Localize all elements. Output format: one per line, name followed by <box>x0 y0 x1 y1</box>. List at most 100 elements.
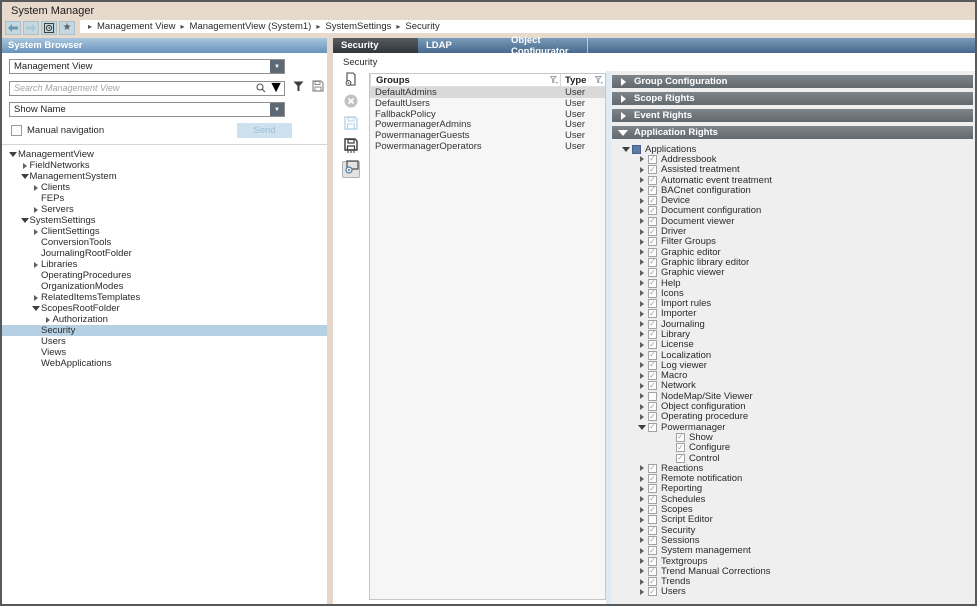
expand-arrow-icon[interactable] <box>635 156 648 162</box>
app-right-reactions[interactable]: ✓Reactions <box>612 463 973 473</box>
app-right-powermanager-show[interactable]: ✓Show <box>612 432 973 442</box>
app-right-macro[interactable]: ✓Macro <box>612 371 973 381</box>
app-right-document-configuration[interactable]: ✓Document configuration <box>612 206 973 216</box>
collapse-arrow-icon[interactable] <box>20 174 30 179</box>
expand-arrow-icon[interactable] <box>635 537 648 543</box>
checkbox-checked[interactable]: ✓ <box>648 258 657 267</box>
tree-node-views[interactable]: Views <box>2 347 327 358</box>
manual-navigation-checkbox[interactable] <box>11 125 22 136</box>
expand-arrow-icon[interactable] <box>635 579 648 585</box>
breadcrumb-item[interactable]: SystemSettings <box>325 21 391 32</box>
favorites-button[interactable]: ★ <box>59 21 75 35</box>
expand-arrow-icon[interactable] <box>635 342 648 348</box>
checkbox-checked[interactable]: ✓ <box>648 546 657 555</box>
tab-object-configurator[interactable]: Object Configurator <box>503 38 588 53</box>
checkbox-checked[interactable]: ✓ <box>648 340 657 349</box>
checkbox-checked[interactable]: ✓ <box>648 557 657 566</box>
app-right-remote-notification[interactable]: ✓Remote notification <box>612 474 973 484</box>
app-right-graphic-editor[interactable]: ✓Graphic editor <box>612 247 973 257</box>
expand-arrow-icon[interactable] <box>31 207 41 213</box>
checkbox-checked[interactable]: ✓ <box>648 536 657 545</box>
expand-arrow-icon[interactable] <box>635 517 648 523</box>
checkbox-checked[interactable]: ✓ <box>648 217 657 226</box>
app-right-security[interactable]: ✓Security <box>612 525 973 535</box>
expander-event-rights[interactable]: Event Rights <box>612 109 973 122</box>
expand-arrow-icon[interactable] <box>635 259 648 265</box>
app-right-graphic-library-editor[interactable]: ✓Graphic library editor <box>612 257 973 267</box>
app-right-sessions[interactable]: ✓Sessions <box>612 535 973 545</box>
tree-node-security[interactable]: Security <box>2 325 327 336</box>
app-right-schedules[interactable]: ✓Schedules <box>612 494 973 504</box>
app-right-textgroups[interactable]: ✓Textgroups <box>612 556 973 566</box>
expand-arrow-icon[interactable] <box>635 270 648 276</box>
app-right-applications-root[interactable]: Applications <box>612 144 973 154</box>
expand-arrow-icon[interactable] <box>635 589 648 595</box>
checkbox-checked[interactable]: ✓ <box>648 268 657 277</box>
groups-column-header[interactable]: Groups <box>370 74 560 86</box>
expand-arrow-icon[interactable] <box>635 383 648 389</box>
expand-arrow-icon[interactable] <box>43 317 53 323</box>
expand-arrow-icon[interactable] <box>635 465 648 471</box>
checkbox-checked[interactable]: ✓ <box>648 577 657 586</box>
app-right-reporting[interactable]: ✓Reporting <box>612 484 973 494</box>
checkbox-checked[interactable]: ✓ <box>648 587 657 596</box>
app-right-localization[interactable]: ✓Localization <box>612 350 973 360</box>
display-mode-selector[interactable]: Show Name ▼ <box>9 102 285 117</box>
expand-arrow-icon[interactable] <box>635 321 648 327</box>
expand-arrow-icon[interactable] <box>31 262 41 268</box>
expand-arrow-icon[interactable] <box>635 568 648 574</box>
app-right-importer[interactable]: ✓Importer <box>612 309 973 319</box>
app-right-import-rules[interactable]: ✓Import rules <box>612 298 973 308</box>
expander-application-rights[interactable]: Application Rights <box>612 126 973 139</box>
history-button[interactable] <box>41 21 57 35</box>
type-column-header[interactable]: Type <box>560 74 605 86</box>
expand-arrow-icon[interactable] <box>635 301 648 307</box>
tree-node-journalingrootfolder[interactable]: JournalingRootFolder <box>2 248 327 259</box>
checkbox-checked[interactable]: ✓ <box>648 567 657 576</box>
checkbox-indeterminate[interactable] <box>632 145 641 154</box>
breadcrumb-item[interactable]: Security <box>405 21 439 32</box>
expand-arrow-icon[interactable] <box>635 414 648 420</box>
checkbox-checked[interactable]: ✓ <box>648 289 657 298</box>
tree-node-operatingprocedures[interactable]: OperatingProcedures <box>2 270 327 281</box>
checkbox-checked[interactable]: ✓ <box>648 176 657 185</box>
checkbox-checked[interactable]: ✓ <box>676 443 685 452</box>
tree-node-systemsettings[interactable]: SystemSettings <box>2 215 327 226</box>
checkbox-unchecked[interactable] <box>648 515 657 524</box>
expand-arrow-icon[interactable] <box>635 496 648 502</box>
tree-node-webapplications[interactable]: WebApplications <box>2 358 327 369</box>
checkbox-checked[interactable]: ✓ <box>648 464 657 473</box>
app-right-assisted-treatment[interactable]: ✓Assisted treatment <box>612 165 973 175</box>
tree-node-clients[interactable]: Clients <box>2 182 327 193</box>
app-right-system-management[interactable]: ✓System management <box>612 546 973 556</box>
expander-group-configuration[interactable]: Group Configuration <box>612 75 973 88</box>
checkbox-checked[interactable]: ✓ <box>648 206 657 215</box>
save-as-button[interactable] <box>342 139 360 156</box>
save-button[interactable] <box>342 117 360 134</box>
expand-arrow-icon[interactable] <box>635 208 648 214</box>
collapse-arrow-icon[interactable] <box>8 152 18 157</box>
group-row-defaultadmins[interactable]: DefaultAdminsUser <box>370 87 605 98</box>
app-right-powermanager-configure[interactable]: ✓Configure <box>612 443 973 453</box>
app-right-trend-manual-corrections[interactable]: ✓Trend Manual Corrections <box>612 566 973 576</box>
expander-scope-rights[interactable]: Scope Rights <box>612 92 973 105</box>
checkbox-checked[interactable]: ✓ <box>648 165 657 174</box>
expand-arrow-icon[interactable] <box>635 404 648 410</box>
app-right-license[interactable]: ✓License <box>612 340 973 350</box>
checkbox-checked[interactable]: ✓ <box>648 423 657 432</box>
checkbox-checked[interactable]: ✓ <box>648 320 657 329</box>
checkbox-checked[interactable]: ✓ <box>648 196 657 205</box>
expand-arrow-icon[interactable] <box>635 373 648 379</box>
app-right-operating-procedure[interactable]: ✓Operating procedure <box>612 412 973 422</box>
expand-arrow-icon[interactable] <box>635 198 648 204</box>
tree-node-scopesrootfolder[interactable]: ScopesRootFolder <box>2 303 327 314</box>
expand-arrow-icon[interactable] <box>635 362 648 368</box>
expand-arrow-icon[interactable] <box>635 280 648 286</box>
app-right-addressbook[interactable]: ✓Addressbook <box>612 154 973 164</box>
checkbox-checked[interactable]: ✓ <box>648 155 657 164</box>
checkbox-checked[interactable]: ✓ <box>676 454 685 463</box>
checkbox-checked[interactable]: ✓ <box>648 309 657 318</box>
app-right-driver[interactable]: ✓Driver <box>612 226 973 236</box>
app-right-network[interactable]: ✓Network <box>612 381 973 391</box>
app-right-journaling[interactable]: ✓Journaling <box>612 319 973 329</box>
